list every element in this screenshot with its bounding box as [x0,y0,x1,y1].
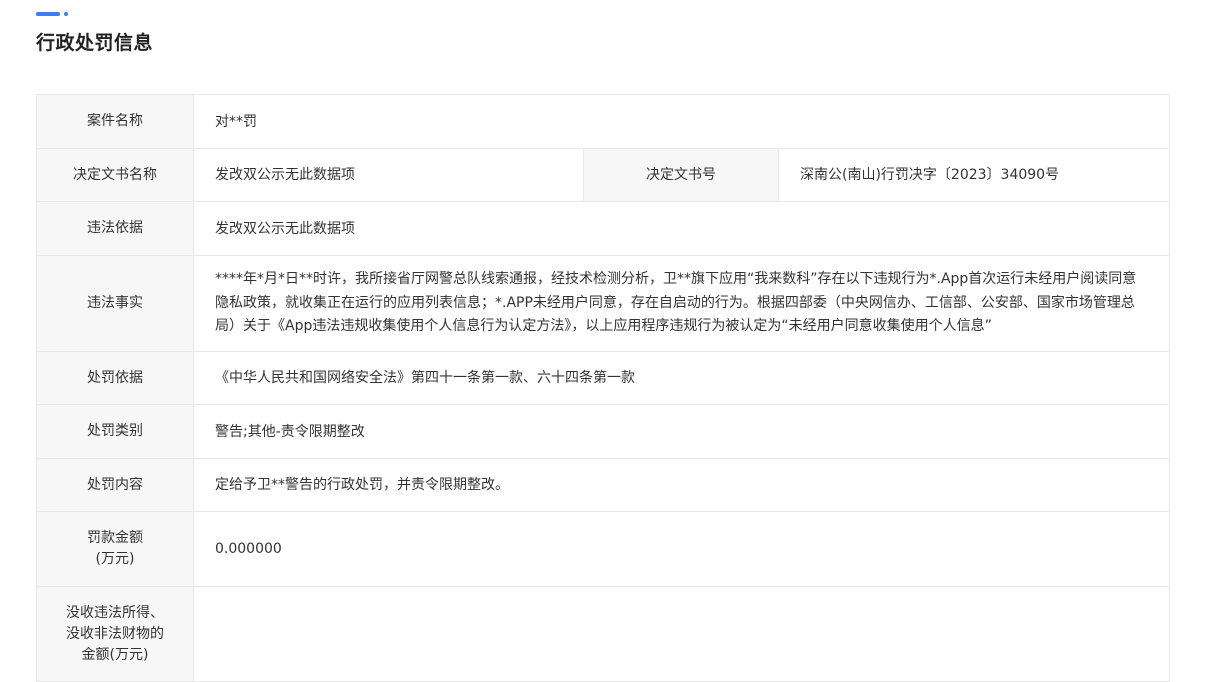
table-row-violation-facts: 违法事实 ****年*月*日**时许，我所接省厅网警总队线索通报，经技术检测分析… [36,255,1171,352]
penalty-content-label: 处罚内容 [36,458,194,512]
table-row-penalty-type: 处罚类别 警告;其他-责令限期整改 [36,404,1171,459]
accent-bar [36,12,60,16]
penalty-info-table: 案件名称 对**罚 决定文书名称 发改双公示无此数据项 决定文书号 深南公(南山… [36,94,1171,682]
table-row-confiscation: 没收违法所得、 没收非法财物的 金额(万元) [36,586,1171,682]
fine-amount-value: 0.000000 [192,511,1171,587]
penalty-content-value: 定给予卫**警告的行政处罚，并责令限期整改。 [192,458,1171,512]
table-row-fine-amount: 罚款金额 (万元) 0.000000 [36,511,1171,587]
fine-amount-label: 罚款金额 (万元) [36,511,194,587]
case-name-label: 案件名称 [36,94,194,149]
confiscation-label-line2: 没收非法财物的 [66,625,164,642]
confiscation-label-line3: 金额(万元) [81,646,149,663]
decision-doc-name-value: 发改双公示无此数据项 [193,148,584,202]
table-row-penalty-content: 处罚内容 定给予卫**警告的行政处罚，并责令限期整改。 [36,458,1171,512]
confiscation-amount-label: 没收违法所得、 没收非法财物的 金额(万元) [36,586,194,682]
penalty-type-label: 处罚类别 [36,404,194,459]
confiscation-label-line1: 没收违法所得、 [66,604,164,621]
penalty-type-value: 警告;其他-责令限期整改 [192,404,1171,459]
fine-amount-label-unit: (万元) [95,551,135,567]
accent-dot [64,12,68,16]
table-row-penalty-basis: 处罚依据 《中华人民共和国网络安全法》第四十一条第一款、六十四条第一款 [36,351,1171,405]
fine-amount-label-line1: 罚款金额 [87,530,143,546]
violation-facts-label: 违法事实 [36,255,194,352]
violation-facts-value: ****年*月*日**时许，我所接省厅网警总队线索通报，经技术检测分析，卫**旗… [192,255,1171,352]
penalty-basis-label: 处罚依据 [36,351,194,405]
violation-basis-value: 发改双公示无此数据项 [192,201,1171,256]
case-name-value: 对**罚 [192,94,1171,149]
section-title: 行政处罚信息 [36,32,154,54]
confiscation-amount-value [192,586,1171,682]
violation-basis-label: 违法依据 [36,201,194,256]
table-row-violation-basis: 违法依据 发改双公示无此数据项 [36,201,1171,256]
decision-doc-name-label: 决定文书名称 [36,148,194,202]
decision-doc-number-value: 深南公(南山)行罚决字〔2023〕34090号 [777,148,1171,202]
table-row-decision-doc: 决定文书名称 发改双公示无此数据项 决定文书号 深南公(南山)行罚决字〔2023… [36,148,1171,202]
decision-doc-number-label: 决定文书号 [583,148,779,202]
table-row-case-name: 案件名称 对**罚 [36,94,1171,149]
penalty-basis-value: 《中华人民共和国网络安全法》第四十一条第一款、六十四条第一款 [192,351,1171,405]
